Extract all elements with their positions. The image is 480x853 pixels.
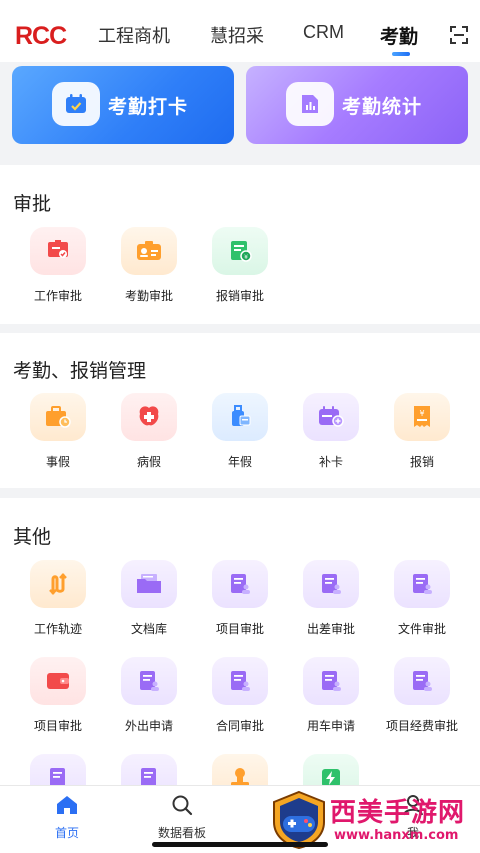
nav-home[interactable]: 首页 bbox=[27, 794, 107, 841]
reimburse-approval-label: 报销审批 bbox=[215, 289, 264, 303]
luggage-icon bbox=[212, 393, 268, 441]
project-funding-approval-item[interactable]: 项目经费审批 bbox=[377, 657, 467, 737]
gamepad-shield-icon bbox=[273, 790, 325, 850]
watermark-url: www.hanxm.com bbox=[334, 828, 459, 843]
attendance-approval-item[interactable]: 考勤审批 bbox=[104, 227, 194, 307]
tab-attendance[interactable]: 考勤 bbox=[380, 22, 418, 49]
clock-in-card[interactable]: 考勤打卡 bbox=[12, 66, 234, 144]
tab-procurement[interactable]: 慧招采 bbox=[210, 22, 264, 48]
file-approval-label: 文件审批 bbox=[397, 622, 446, 636]
file-approval-item[interactable]: 文件审批 bbox=[377, 560, 467, 640]
reimburse-approval-icon: ¥ bbox=[212, 227, 268, 275]
annual-leave-item[interactable]: 年假 bbox=[195, 393, 285, 473]
document-user-icon bbox=[394, 657, 450, 705]
attendance-stats-card[interactable]: 考勤统计 bbox=[246, 66, 468, 144]
briefcase-clock-icon bbox=[30, 393, 86, 441]
document-user-icon bbox=[303, 657, 359, 705]
outing-request-item[interactable]: 外出申请 bbox=[104, 657, 194, 737]
other-section-title: 其他 bbox=[13, 526, 52, 548]
svg-text:¥: ¥ bbox=[419, 409, 424, 418]
missed-punch-item[interactable]: 补卡 bbox=[286, 393, 376, 473]
attendance-approval-icon bbox=[121, 227, 177, 275]
receipt-icon: ¥ bbox=[394, 393, 450, 441]
work-track-label: 工作轨迹 bbox=[33, 622, 82, 636]
calendar-check-icon bbox=[52, 82, 100, 126]
medical-cross-icon bbox=[121, 393, 177, 441]
clock-in-label: 考勤打卡 bbox=[108, 96, 189, 118]
document-user-icon bbox=[303, 560, 359, 608]
document-user-icon bbox=[212, 657, 268, 705]
home-indicator bbox=[152, 842, 328, 847]
work-track-item[interactable]: 工作轨迹 bbox=[13, 560, 103, 640]
home-icon bbox=[57, 796, 77, 814]
document-user-icon bbox=[212, 560, 268, 608]
reimburse-approval-item[interactable]: ¥ 报销审批 bbox=[195, 227, 285, 307]
document-library-label: 文档库 bbox=[130, 622, 167, 636]
annual-leave-label: 年假 bbox=[227, 455, 252, 469]
vehicle-request-item[interactable]: 用车申请 bbox=[286, 657, 376, 737]
wallet-icon bbox=[30, 657, 86, 705]
outing-request-label: 外出申请 bbox=[124, 719, 173, 733]
sick-leave-label: 病假 bbox=[136, 455, 161, 469]
vehicle-request-label: 用车申请 bbox=[306, 719, 355, 733]
attendance-stats-label: 考勤统计 bbox=[342, 96, 423, 118]
nav-data-dashboard-label: 数据看板 bbox=[157, 826, 206, 840]
top-header: RCC 工程商机 慧招采 CRM 考勤 bbox=[0, 0, 480, 62]
project-funding-approval-label: 项目经费审批 bbox=[385, 719, 458, 733]
attendance-approval-label: 考勤审批 bbox=[124, 289, 173, 303]
scan-icon[interactable] bbox=[450, 26, 468, 44]
tab-crm[interactable]: CRM bbox=[303, 22, 344, 43]
active-tab-indicator bbox=[392, 52, 410, 56]
attendance-section-title: 考勤、报销管理 bbox=[13, 360, 147, 382]
project-approval-2-item[interactable]: 项目审批 bbox=[13, 657, 103, 737]
business-trip-approval-item[interactable]: 出差审批 bbox=[286, 560, 376, 640]
approval-section: 审批 工作审批 考勤审批 ¥ 报销审批 bbox=[0, 165, 480, 324]
nav-home-label: 首页 bbox=[54, 826, 79, 840]
reimbursement-item[interactable]: ¥ 报销 bbox=[377, 393, 467, 473]
contract-approval-item[interactable]: 合同审批 bbox=[195, 657, 285, 737]
work-approval-label: 工作审批 bbox=[33, 289, 82, 303]
contract-approval-label: 合同审批 bbox=[215, 719, 264, 733]
attendance-section: 考勤、报销管理 事假 病假 年假 补卡 ¥ 报销 bbox=[0, 333, 480, 488]
search-icon bbox=[172, 795, 193, 816]
document-user-icon bbox=[121, 657, 177, 705]
work-approval-item[interactable]: 工作审批 bbox=[13, 227, 103, 307]
personal-leave-label: 事假 bbox=[45, 455, 70, 469]
other-section: 其他 工作轨迹 文档库 项目审批 出差审批 文件审批 项目审批 外出申请 合同审… bbox=[0, 498, 480, 802]
document-user-icon bbox=[394, 560, 450, 608]
watermark-text: 西美手游网 bbox=[330, 798, 466, 828]
project-approval-2-label: 项目审批 bbox=[33, 719, 82, 733]
personal-leave-item[interactable]: 事假 bbox=[13, 393, 103, 473]
approval-section-title: 审批 bbox=[13, 193, 52, 215]
svg-text:¥: ¥ bbox=[244, 254, 248, 261]
sick-leave-item[interactable]: 病假 bbox=[104, 393, 194, 473]
app-screen: RCC 工程商机 慧招采 CRM 考勤 考勤打卡 考勤统计 审批 工作审批 考勤… bbox=[0, 0, 480, 853]
calendar-plus-icon bbox=[303, 393, 359, 441]
bar-chart-icon bbox=[286, 82, 334, 126]
project-approval-label: 项目审批 bbox=[215, 622, 264, 636]
missed-punch-label: 补卡 bbox=[318, 455, 343, 469]
business-trip-approval-label: 出差审批 bbox=[306, 622, 355, 636]
document-library-item[interactable]: 文档库 bbox=[104, 560, 194, 640]
track-icon bbox=[30, 560, 86, 608]
tab-engineering-opportunity[interactable]: 工程商机 bbox=[98, 22, 170, 48]
project-approval-item[interactable]: 项目审批 bbox=[195, 560, 285, 640]
top-tabs: 工程商机 慧招采 CRM 考勤 bbox=[0, 0, 480, 62]
nav-data-dashboard[interactable]: 数据看板 bbox=[142, 794, 222, 841]
folder-icon bbox=[121, 560, 177, 608]
work-approval-icon bbox=[30, 227, 86, 275]
reimbursement-label: 报销 bbox=[409, 455, 434, 469]
